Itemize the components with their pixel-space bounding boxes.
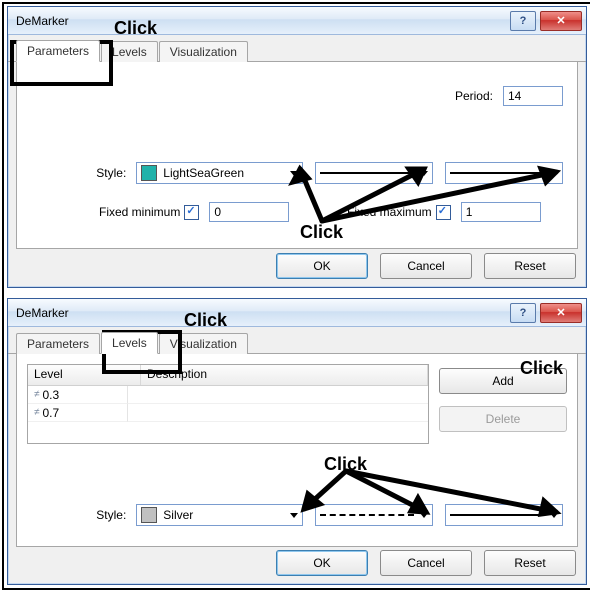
- style-label: Style:: [87, 508, 126, 522]
- style-label: Style:: [87, 166, 126, 180]
- titlebar[interactable]: DeMarker ? ✕: [8, 299, 586, 327]
- fixed-min-label: Fixed minimum: [99, 205, 180, 219]
- chevron-down-icon: [290, 513, 298, 518]
- close-button[interactable]: ✕: [540, 303, 582, 323]
- chevron-down-icon: [420, 171, 428, 176]
- chevron-down-icon: [290, 171, 298, 176]
- add-button[interactable]: Add: [439, 368, 567, 394]
- levels-col-desc[interactable]: Description: [141, 365, 428, 385]
- tab-strip: Parameters Levels Visualization: [8, 39, 586, 62]
- tab-levels[interactable]: Levels: [101, 332, 158, 354]
- style-width-combo[interactable]: [445, 162, 563, 184]
- close-button[interactable]: ✕: [540, 11, 582, 31]
- chevron-down-icon: [550, 171, 558, 176]
- style-line-combo[interactable]: [315, 504, 433, 526]
- reset-button[interactable]: Reset: [484, 550, 576, 576]
- window-title: DeMarker: [16, 306, 506, 320]
- tab-parameters[interactable]: Parameters: [16, 333, 100, 354]
- style-line-combo[interactable]: [315, 162, 433, 184]
- dialog-button-row: OK Cancel Reset: [264, 550, 576, 576]
- period-label: Period:: [455, 89, 493, 103]
- dialog-button-row: OK Cancel Reset: [264, 253, 576, 279]
- style-color-combo[interactable]: LightSeaGreen: [136, 162, 303, 184]
- level-value: 0.3: [43, 388, 60, 402]
- tab-visualization[interactable]: Visualization: [159, 41, 248, 62]
- line-width-icon: [450, 514, 544, 516]
- style-width-combo[interactable]: [445, 504, 563, 526]
- fixed-min-input[interactable]: [209, 202, 289, 222]
- cancel-button[interactable]: Cancel: [380, 550, 472, 576]
- tab-levels[interactable]: Levels: [101, 41, 158, 62]
- help-button[interactable]: ?: [510, 11, 536, 31]
- titlebar[interactable]: DeMarker ? ✕: [8, 7, 586, 35]
- tab-strip: Parameters Levels Visualization: [8, 331, 586, 354]
- help-button[interactable]: ?: [510, 303, 536, 323]
- style-color-name: LightSeaGreen: [163, 166, 244, 180]
- table-row[interactable]: ≠ 0.7: [28, 404, 428, 422]
- color-swatch-icon: [141, 165, 157, 181]
- color-swatch-icon: [141, 507, 157, 523]
- fixed-max-checkbox[interactable]: ✓: [436, 205, 451, 220]
- fixed-min-checkbox[interactable]: ✓: [184, 205, 199, 220]
- level-value: 0.7: [43, 406, 60, 420]
- reset-button[interactable]: Reset: [484, 253, 576, 279]
- line-style-icon: [320, 514, 414, 516]
- chevron-down-icon: [420, 513, 428, 518]
- levels-col-level[interactable]: Level: [28, 365, 141, 385]
- line-width-icon: [450, 172, 544, 174]
- parameters-pane: Period: Style: LightSeaGreen: [16, 62, 578, 249]
- delete-button: Delete: [439, 406, 567, 432]
- style-color-combo[interactable]: Silver: [136, 504, 303, 526]
- level-icon: ≠: [34, 407, 39, 418]
- period-input[interactable]: [503, 86, 563, 106]
- ok-button[interactable]: OK: [276, 253, 368, 279]
- level-icon: ≠: [34, 389, 39, 400]
- fixed-max-label: Fixed maximum: [347, 205, 432, 219]
- chevron-down-icon: [550, 513, 558, 518]
- line-style-icon: [320, 172, 414, 174]
- ok-button[interactable]: OK: [276, 550, 368, 576]
- cancel-button[interactable]: Cancel: [380, 253, 472, 279]
- levels-pane: Level Description ≠ 0.3 ≠ 0.7 Add Delete S…: [16, 354, 578, 547]
- demarker-levels-dialog: DeMarker ? ✕ Parameters Levels Visualiza…: [7, 298, 587, 585]
- style-color-name: Silver: [163, 508, 193, 522]
- window-title: DeMarker: [16, 14, 506, 28]
- tab-visualization[interactable]: Visualization: [159, 333, 248, 354]
- demarker-parameters-dialog: DeMarker ? ✕ Parameters Levels Visualiza…: [7, 6, 587, 288]
- fixed-max-input[interactable]: [461, 202, 541, 222]
- table-row[interactable]: ≠ 0.3: [28, 386, 428, 404]
- levels-table[interactable]: Level Description ≠ 0.3 ≠ 0.7: [27, 364, 429, 444]
- level-desc: [128, 386, 428, 404]
- level-desc: [128, 404, 428, 422]
- tab-parameters[interactable]: Parameters: [16, 40, 100, 62]
